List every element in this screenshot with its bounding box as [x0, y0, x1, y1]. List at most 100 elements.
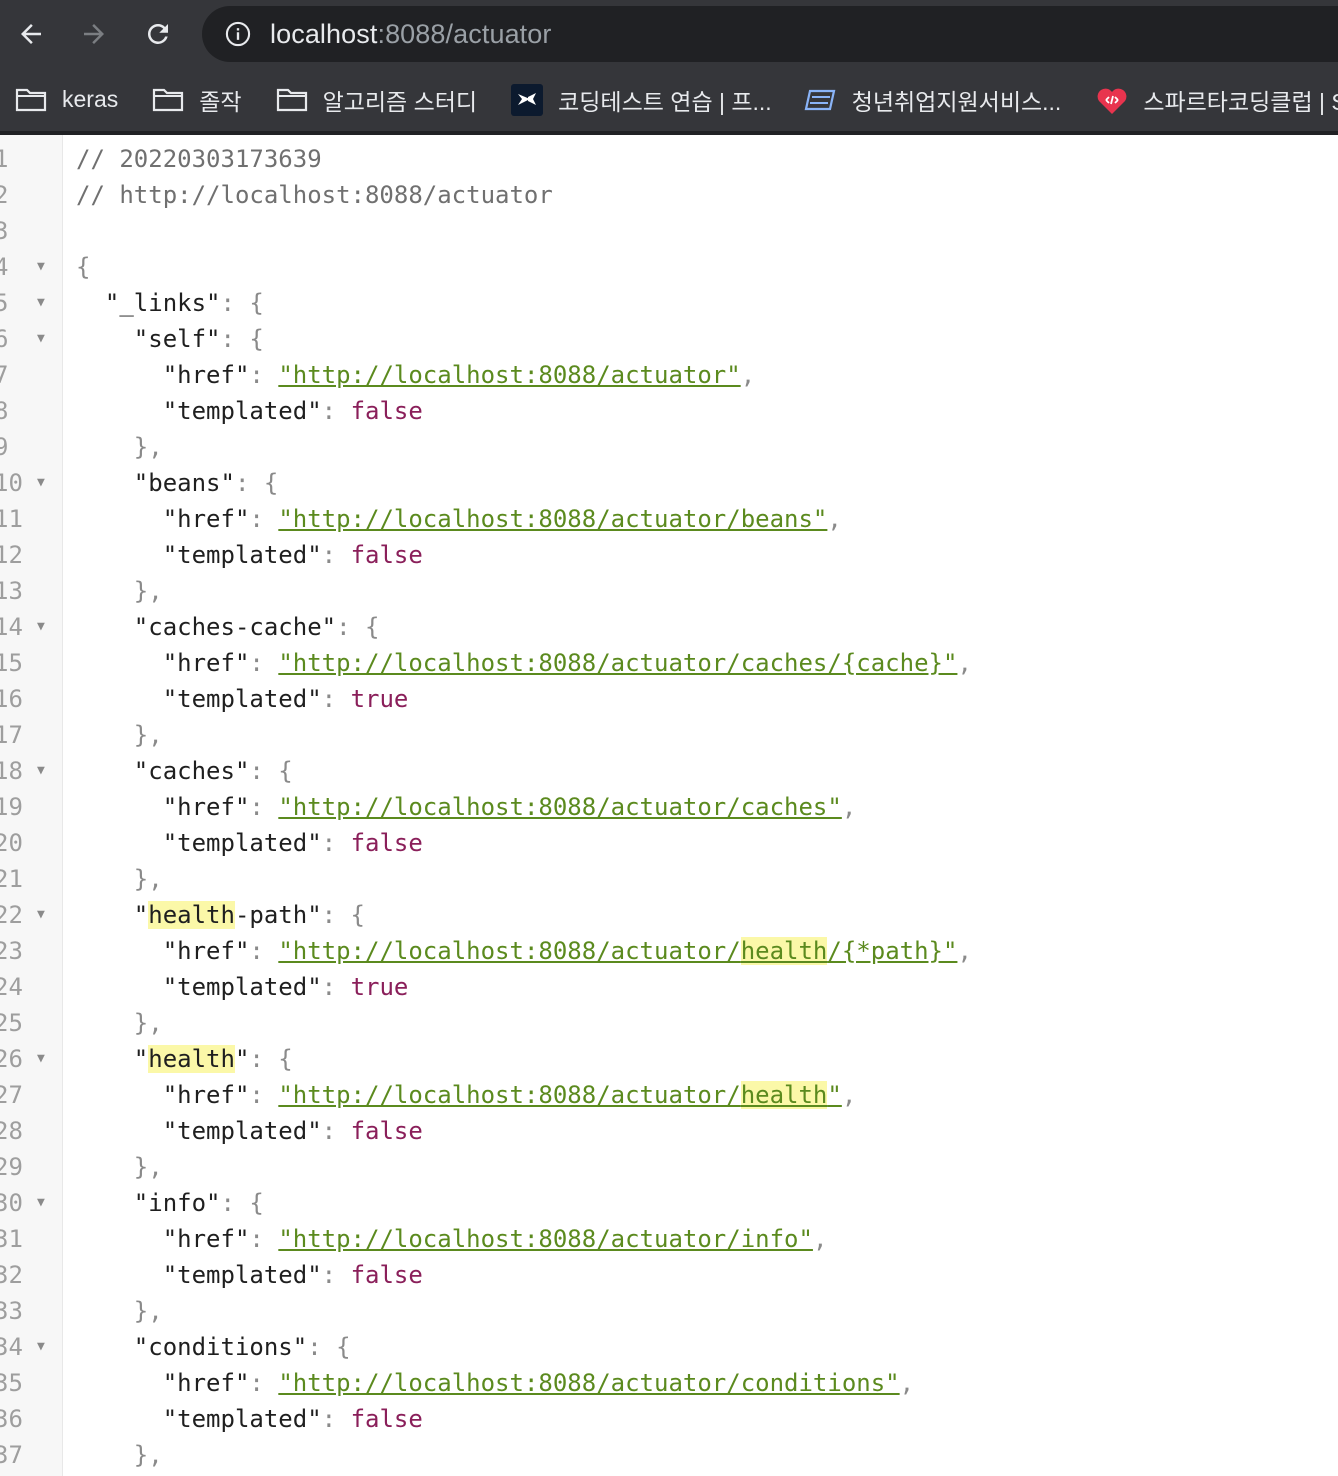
line-number: 9 — [0, 433, 9, 461]
href-link[interactable]: "http://localhost:8088/actuator/health/{… — [278, 937, 957, 965]
fold-toggle-icon[interactable]: ▼ — [37, 897, 45, 933]
code-text: "templated": false — [162, 1261, 423, 1289]
href-link[interactable]: "http://localhost:8088/actuator/info" — [278, 1225, 813, 1253]
line-number: 11 — [0, 505, 23, 533]
url-text[interactable]: localhost:8088/actuator — [270, 19, 552, 50]
line-number: 10 — [0, 469, 23, 497]
worknet-icon — [804, 85, 838, 115]
bookmark-keras[interactable]: keras — [14, 68, 118, 131]
folder-icon — [151, 85, 185, 115]
line-number: 33 — [0, 1297, 23, 1325]
bookmark-sparta[interactable]: 스파르타코딩클럽 | S — [1095, 68, 1338, 131]
reload-icon — [147, 23, 168, 44]
line-number: 5 — [0, 289, 9, 317]
entry-key: "info": { — [133, 1189, 264, 1217]
line-number: 12 — [0, 541, 23, 569]
bookmark-programmers[interactable]: 코딩테스트 연습 | 프... — [510, 68, 772, 131]
fold-toggle-icon[interactable]: ▼ — [37, 285, 45, 321]
code-line: 15 "href": "http://localhost:8088/actuat… — [0, 645, 1338, 681]
line-number: 7 — [0, 361, 9, 389]
code-text: "templated": true — [162, 973, 409, 1001]
code-text: }, — [133, 1441, 163, 1469]
fold-toggle-icon[interactable]: ▼ — [37, 321, 45, 357]
fold-toggle-icon[interactable]: ▼ — [37, 609, 45, 645]
fold-toggle-icon[interactable]: ▼ — [37, 1041, 45, 1077]
line-number: 6 — [0, 325, 9, 353]
line-number: 27 — [0, 1081, 23, 1109]
line-number: 2 — [0, 181, 9, 209]
code-line: 10 ▼ "beans": { — [0, 465, 1338, 501]
entry-key: "self": { — [133, 325, 264, 353]
code-line: 27 "href": "http://localhost:8088/actuat… — [0, 1077, 1338, 1113]
code-line: 29 }, — [0, 1149, 1338, 1185]
line-number: 35 — [0, 1369, 23, 1397]
code-text: }, — [133, 1009, 163, 1037]
forward-button[interactable] — [72, 12, 116, 56]
code-line: 19 "href": "http://localhost:8088/actuat… — [0, 789, 1338, 825]
code-line: 6 ▼ "self": { — [0, 321, 1338, 357]
href-link[interactable]: "http://localhost:8088/actuator/caches" — [278, 793, 842, 821]
back-button[interactable] — [9, 12, 53, 56]
folder-icon — [14, 85, 48, 115]
code-line: 21 }, — [0, 861, 1338, 897]
bookmark-label: 졸작 — [199, 88, 242, 115]
code-line: 18 ▼ "caches": { — [0, 753, 1338, 789]
href-link[interactable]: "http://localhost:8088/actuator/beans" — [278, 505, 827, 533]
href-line: "href": "http://localhost:8088/actuator/… — [162, 505, 842, 533]
code-line: 25 }, — [0, 1005, 1338, 1041]
info-icon[interactable] — [222, 18, 254, 50]
code-line: 20 "templated": false — [0, 825, 1338, 861]
programmers-icon — [510, 83, 544, 116]
code-line: 22 ▼ "health-path": { — [0, 897, 1338, 933]
entry-key: "caches": { — [133, 757, 293, 785]
code-line: 30 ▼ "info": { — [0, 1185, 1338, 1221]
url-host: localhost — [270, 18, 378, 49]
code-text: }, — [133, 865, 163, 893]
code-line: 2 // http://localhost:8088/actuator — [0, 177, 1338, 213]
code-text: }, — [133, 1153, 163, 1181]
code-line: 8 "templated": false — [0, 393, 1338, 429]
code-line: 36 "templated": false — [0, 1401, 1338, 1437]
code-line: 3 — [0, 213, 1338, 249]
line-number: 23 — [0, 937, 23, 965]
line-number: 36 — [0, 1405, 23, 1433]
code-line: 31 "href": "http://localhost:8088/actuat… — [0, 1221, 1338, 1257]
folder-icon — [275, 85, 309, 115]
entry-key: "beans": { — [133, 469, 279, 497]
fold-toggle-icon[interactable]: ▼ — [37, 1185, 45, 1221]
href-link[interactable]: "http://localhost:8088/actuator/caches/{… — [278, 649, 957, 677]
code-line: 23 "href": "http://localhost:8088/actuat… — [0, 933, 1338, 969]
bookmark-label: 코딩테스트 연습 | 프... — [558, 88, 772, 115]
code-line: 9 }, — [0, 429, 1338, 465]
bookmark-label: keras — [62, 86, 119, 112]
code-line: 4 ▼ { — [0, 249, 1338, 285]
fold-toggle-icon[interactable]: ▼ — [37, 249, 45, 285]
bookmark-algorithm-study[interactable]: 알고리즘 스터디 — [275, 68, 477, 131]
href-line: "href": "http://localhost:8088/actuator"… — [162, 361, 756, 389]
code-line: 34 ▼ "conditions": { — [0, 1329, 1338, 1365]
code-text: // 20220303173639 — [76, 145, 322, 173]
code-line: 17 }, — [0, 717, 1338, 753]
line-number: 8 — [0, 397, 9, 425]
href-link[interactable]: "http://localhost:8088/actuator" — [278, 361, 740, 389]
line-number: 17 — [0, 721, 23, 749]
code-line: 37 }, — [0, 1437, 1338, 1473]
line-number: 25 — [0, 1009, 23, 1037]
href-link[interactable]: "http://localhost:8088/actuator/conditio… — [278, 1369, 899, 1397]
fold-toggle-icon[interactable]: ▼ — [37, 465, 45, 501]
address-bar[interactable]: localhost:8088/actuator — [202, 6, 1338, 62]
fold-toggle-icon[interactable]: ▼ — [37, 1329, 45, 1365]
fold-toggle-icon[interactable]: ▼ — [37, 753, 45, 789]
entry-key: "health": { — [133, 1045, 293, 1073]
bookmark-graduation-project[interactable]: 졸작 — [151, 68, 242, 131]
line-number: 34 — [0, 1333, 23, 1361]
bookmark-label: 청년취업지원서비스... — [851, 88, 1062, 115]
line-number: 4 — [0, 253, 9, 281]
bookmark-label: 스파르타코딩클럽 | S — [1143, 88, 1338, 115]
href-link[interactable]: "http://localhost:8088/actuator/health" — [278, 1081, 842, 1109]
bookmark-worknet[interactable]: 청년취업지원서비스... — [804, 68, 1062, 131]
href-line: "href": "http://localhost:8088/actuator/… — [162, 1225, 828, 1253]
code-text: }, — [133, 433, 163, 461]
line-number: 13 — [0, 577, 23, 605]
reload-button[interactable] — [136, 12, 180, 56]
